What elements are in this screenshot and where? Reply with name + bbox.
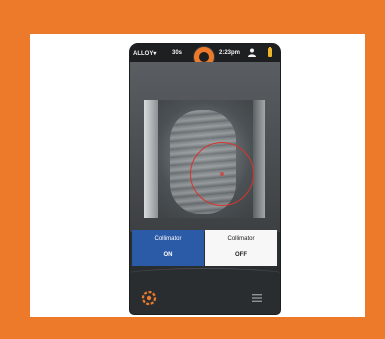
bottom-bar-curve bbox=[130, 268, 280, 283]
settings-icon[interactable] bbox=[141, 290, 157, 306]
screen-body bbox=[130, 62, 280, 232]
collimator-off-label: Collimator bbox=[227, 236, 255, 242]
user-icon bbox=[248, 48, 256, 57]
duration-label: 30s bbox=[172, 50, 183, 56]
camera-edge-right bbox=[253, 100, 265, 218]
collimator-on-label: Collimator bbox=[154, 236, 182, 242]
bottom-bar bbox=[130, 266, 280, 314]
device-screen: ALLOY▾ 30s 2:23pm Collimator ON Collimat… bbox=[130, 44, 280, 314]
battery-icon bbox=[268, 47, 272, 57]
collimator-off-button[interactable]: Collimator OFF bbox=[205, 230, 277, 266]
clock-time: 2:23pm bbox=[219, 50, 241, 56]
camera-view bbox=[144, 100, 265, 218]
collimator-on-button[interactable]: Collimator ON bbox=[132, 230, 204, 266]
camera-edge-left bbox=[144, 100, 158, 218]
collimator-center-dot bbox=[220, 172, 224, 176]
collimator-off-state: OFF bbox=[235, 252, 247, 258]
list-icon[interactable] bbox=[252, 293, 262, 303]
alloy-dropdown[interactable]: ALLOY▾ bbox=[133, 50, 156, 57]
collimator-toggle: Collimator ON Collimator OFF bbox=[132, 230, 278, 266]
collimator-on-state: ON bbox=[163, 252, 173, 258]
